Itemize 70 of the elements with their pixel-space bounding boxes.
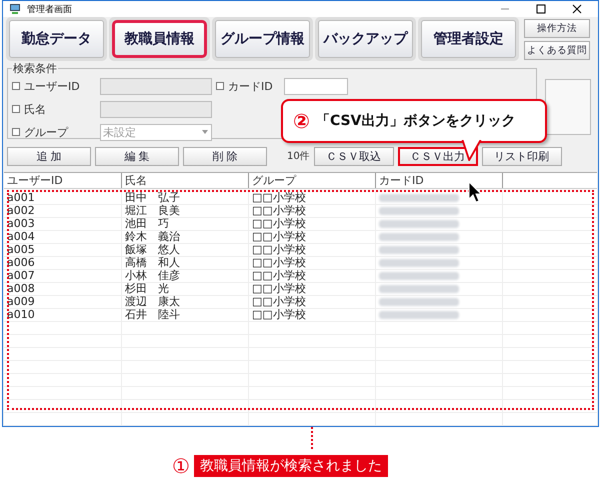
step-number: ② — [293, 109, 310, 133]
step-number: ① — [172, 454, 190, 478]
search-button[interactable] — [545, 79, 591, 135]
checkbox[interactable] — [12, 82, 20, 90]
table-cell: □□小学校 — [249, 283, 376, 295]
table-cell: a002 — [4, 205, 122, 217]
table-cell: □□小学校 — [249, 257, 376, 269]
table-cell: a010 — [4, 309, 122, 321]
table-cell: 石井 陸斗 — [122, 309, 249, 321]
table-cell: 杉田 光 — [122, 283, 249, 295]
table-cell: a009 — [4, 296, 122, 308]
nav-button[interactable]: 管理者設定 — [421, 20, 516, 58]
input-field[interactable] — [100, 78, 212, 94]
leader-line — [311, 427, 313, 449]
nav-button[interactable]: バックアップ — [318, 20, 413, 58]
table-cell: a006 — [4, 257, 122, 269]
table-cell: 渡辺 康太 — [122, 296, 249, 308]
callout-text: 「CSV出力」ボタンをクリック — [316, 112, 516, 130]
close-icon[interactable] — [572, 4, 582, 14]
table-cell: a003 — [4, 218, 122, 230]
toolbar-button[interactable]: ＣＳＶ出力 — [398, 146, 478, 166]
monitor-icon — [9, 3, 21, 15]
table-cell: 小林 佳彦 — [122, 270, 249, 282]
action-button[interactable]: 編 集 — [95, 146, 179, 166]
table-cell: □□小学校 — [249, 309, 376, 321]
field-label: グループ — [24, 124, 70, 140]
table-cell: 飯塚 悠人 — [122, 244, 249, 256]
table-cell: □□小学校 — [249, 218, 376, 230]
table-cell: a005 — [4, 244, 122, 256]
table-cell: a004 — [4, 231, 122, 243]
table-cell: □□小学校 — [249, 231, 376, 243]
table-cell: 堀江 良美 — [122, 205, 249, 217]
table-cell: □□小学校 — [249, 205, 376, 217]
table-cell: 池田 巧 — [122, 218, 249, 230]
field-label: カードID — [228, 78, 274, 94]
table-cell: □□小学校 — [249, 192, 376, 204]
checkbox[interactable] — [216, 82, 224, 90]
help-button[interactable]: よくある質問 — [524, 40, 590, 60]
field-label: 氏名 — [24, 102, 47, 116]
toolbar-button[interactable]: リスト印刷 — [482, 146, 562, 166]
nav-button[interactable]: 教職員情報 — [112, 20, 207, 58]
nav-button[interactable]: 勤怠データ — [9, 20, 104, 58]
checkbox[interactable] — [12, 105, 20, 113]
table-cell: □□小学校 — [249, 244, 376, 256]
table-cell: 高橋 和人 — [122, 257, 249, 269]
field-label: ユーザーID — [24, 78, 81, 94]
window-title: 管理者画面 — [27, 4, 73, 16]
dropdown-arrow-icon[interactable] — [201, 129, 209, 135]
result-count: 10件 — [287, 150, 310, 163]
input-field[interactable] — [284, 78, 348, 94]
group-title: 検索条件 — [12, 61, 58, 76]
table-cell: 田中 弘子 — [122, 192, 249, 204]
maximize-icon[interactable] — [536, 4, 546, 14]
column-header[interactable]: ユーザーID — [4, 173, 122, 188]
toolbar-button[interactable]: ＣＳＶ取込 — [314, 146, 394, 166]
nav-button[interactable]: グループ情報 — [215, 20, 310, 58]
column-header[interactable]: グループ — [249, 173, 376, 188]
input-field[interactable] — [100, 100, 212, 118]
checkbox[interactable] — [12, 128, 20, 136]
action-button[interactable]: 削 除 — [183, 146, 267, 166]
caption-text: 教職員情報が検索されました — [194, 455, 388, 477]
table-cell: 鈴木 義治 — [122, 231, 249, 243]
table-cell: □□小学校 — [249, 296, 376, 308]
column-header[interactable]: 氏名 — [122, 173, 249, 188]
table-cell: a007 — [4, 270, 122, 282]
help-button[interactable]: 操作方法 — [524, 18, 590, 38]
table-cell: a008 — [4, 283, 122, 295]
action-button[interactable]: 追 加 — [7, 146, 91, 166]
table-cell: □□小学校 — [249, 270, 376, 282]
table-cell: a001 — [4, 192, 122, 204]
